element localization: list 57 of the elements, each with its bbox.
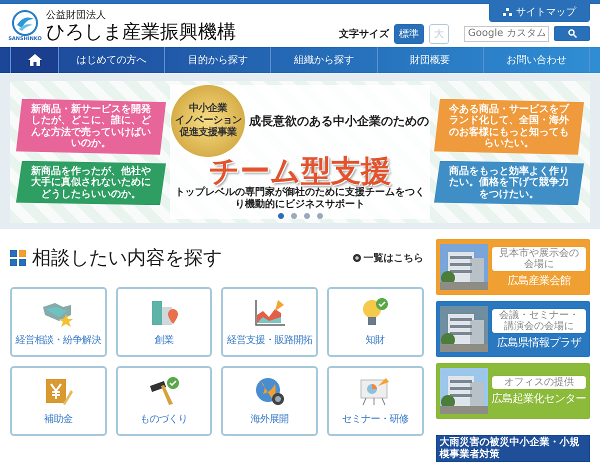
tile-label: ものづくり <box>140 413 188 426</box>
org-type: 公益財団法人 <box>46 8 107 22</box>
notice-link[interactable]: 大雨災害の被災中小企業・小規模事業者対策 <box>436 435 590 462</box>
banner-subtitle: トップレベルの専門家が御社のために支援チームをつくり機動的にビジネスサポート <box>175 187 425 210</box>
facility-name: 広島起業化センター <box>492 391 586 406</box>
speech-bubble: 新商品・新サービスを開発したが、どこに、誰に、どんな方法で売っていけばいいのか。 <box>16 98 166 155</box>
speech-bubble: 新商品を作ったが、他社や大手に真似されないためにどうしたらいいのか。 <box>16 160 166 206</box>
tile-label: 経営相談・紛争解決 <box>16 334 102 347</box>
sitemap-link[interactable]: サイトマップ <box>489 4 590 22</box>
badge-text: イノベーション <box>174 115 242 126</box>
plus-circle-icon <box>352 254 360 262</box>
promo-banner[interactable] <box>10 81 590 223</box>
facility-card[interactable]: 見本市や展示会の会場に 広島産業会館 <box>436 239 590 295</box>
section-title: 相談したい内容を探す <box>32 246 222 271</box>
carousel-dot[interactable] <box>304 213 310 219</box>
banner-title: チーム型支援 <box>209 157 391 187</box>
font-size-label: 文字サイズ <box>339 27 389 40</box>
speech-bubble: 商品をもっと効率よく作りたい。価格を下げて競争力をつけたい。 <box>434 160 584 206</box>
category-tile[interactable]: 補助金 <box>10 366 107 436</box>
chart-arrow-icon <box>252 297 287 327</box>
tile-label: 海外展開 <box>250 413 289 426</box>
banner-headline: 成長意欲のある中小企業のための <box>249 112 429 130</box>
search-icon <box>568 29 576 38</box>
list-link[interactable]: 一覧はこちら <box>352 251 424 265</box>
category-tile[interactable]: 経営支援・販路開拓 <box>221 287 318 357</box>
sitemap-icon <box>503 8 512 16</box>
facility-note: 見本市や展示会の会場に <box>492 246 586 270</box>
category-tile[interactable]: 創業 <box>116 287 212 357</box>
carousel-dot[interactable] <box>278 213 284 219</box>
logo-icon <box>12 10 38 36</box>
facility-note: オフィスの提供 <box>492 376 586 389</box>
carousel-dot[interactable] <box>290 213 296 219</box>
tile-label: セミナー・研修 <box>342 413 408 426</box>
tile-label: 経営支援・販路開拓 <box>226 334 312 347</box>
squares-icon <box>10 250 26 266</box>
category-tile[interactable]: 経営相談・紛争解決 <box>10 287 107 357</box>
facility-name: 広島産業会館 <box>507 272 570 288</box>
search-button[interactable] <box>554 26 590 41</box>
category-tile[interactable]: セミナー・研修 <box>326 366 424 436</box>
carousel-dot[interactable] <box>316 213 322 219</box>
tile-label: 補助金 <box>44 412 73 426</box>
category-tile[interactable]: 知財 <box>326 287 424 357</box>
font-size-button[interactable]: 標準 <box>394 24 424 44</box>
category-tile[interactable]: ものづくり <box>116 366 212 436</box>
tile-label: 知財 <box>366 334 385 347</box>
org-name: ひろしま産業振興機構 <box>46 22 236 43</box>
facility-card[interactable]: オフィスの提供 広島起業化センター <box>436 363 590 419</box>
category-tile[interactable]: 海外展開 <box>221 366 318 436</box>
tile-label: 創業 <box>154 334 174 347</box>
facility-note: 会議・セミナー・講演会の会場に <box>492 308 586 332</box>
speech-bubble: 今ある商品・サービスをブランド化して、全国・海外のお客様にもっと知ってもらいたい。 <box>434 98 584 155</box>
facility-name: 広島県情報プラザ <box>496 334 581 350</box>
home-link[interactable] <box>10 47 58 73</box>
badge-text: 促進支援事業 <box>180 127 236 139</box>
badge-text: 中小企業 <box>189 103 227 115</box>
home-icon <box>28 54 42 66</box>
facility-card[interactable]: 会議・セミナー・講演会の会場に 広島県情報プラザ <box>436 301 590 357</box>
